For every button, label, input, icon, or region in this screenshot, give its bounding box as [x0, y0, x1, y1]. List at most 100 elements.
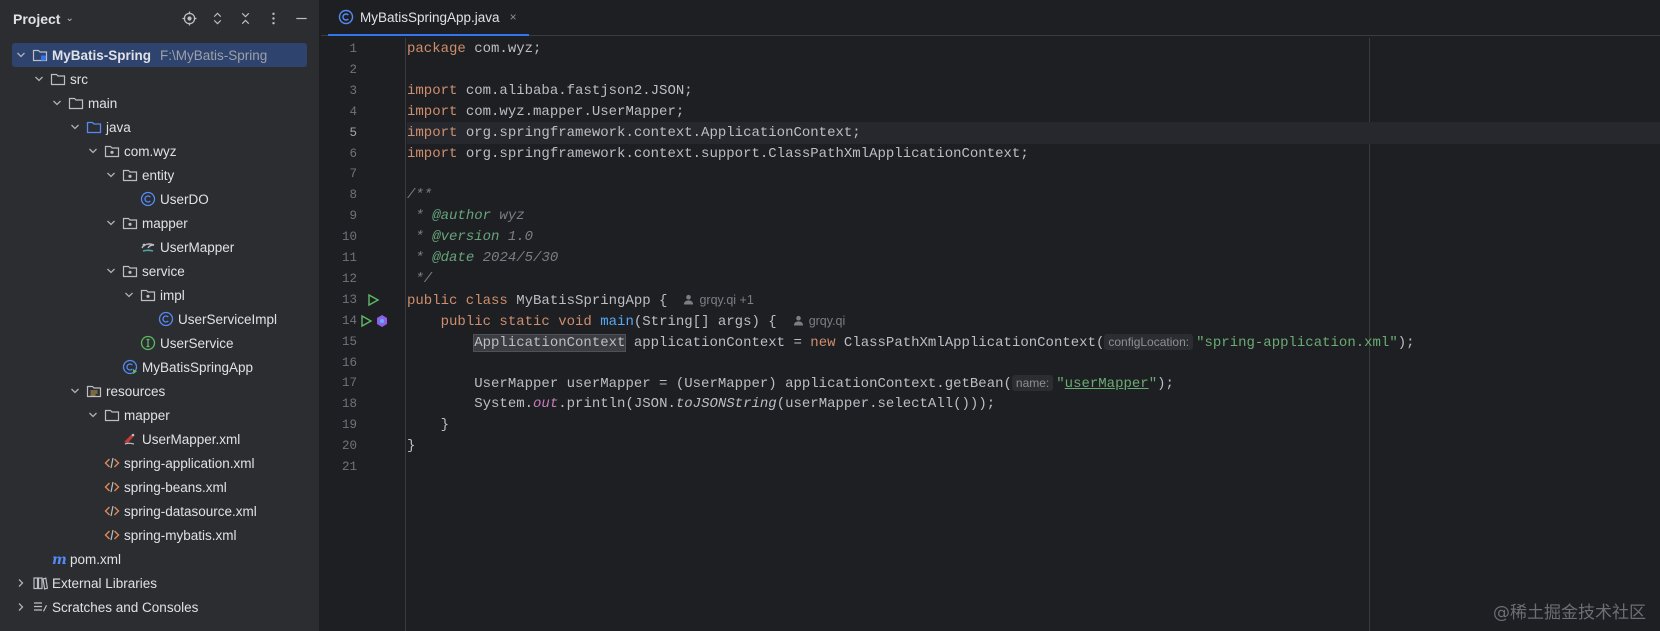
line-number: 17 — [341, 376, 357, 391]
line-number: 7 — [349, 167, 357, 182]
project-path: F:\MyBatis-Spring — [160, 47, 268, 63]
chevron-down-icon[interactable] — [68, 384, 82, 398]
package-icon — [140, 287, 156, 303]
line-number: 10 — [341, 230, 357, 245]
tree-item[interactable]: MyBatisSpringApp — [0, 355, 319, 379]
mybatis-mapper-icon — [140, 239, 156, 255]
tree-item[interactable]: UserService — [0, 331, 319, 355]
code-line-8: /** — [407, 187, 433, 204]
class-icon — [140, 191, 156, 207]
tree-item-label: External Libraries — [52, 575, 158, 591]
mybatis-xml-icon — [122, 431, 138, 447]
locate-icon[interactable] — [181, 11, 197, 27]
tree-item-label: mapper — [124, 407, 170, 423]
chevron-down-icon[interactable] — [14, 48, 28, 62]
chevron-down-icon[interactable] — [32, 72, 46, 86]
tree-item[interactable]: m pom.xml — [0, 547, 319, 571]
chevron-down-icon[interactable] — [68, 120, 82, 134]
line-number: 12 — [341, 271, 357, 286]
line-number: 14 — [341, 313, 357, 328]
project-toolbar — [181, 11, 309, 27]
folder-icon — [104, 407, 120, 423]
chevron-down-icon[interactable] — [86, 408, 100, 422]
tab-mybatisspringapp[interactable]: MyBatisSpringApp.java × — [328, 0, 529, 36]
package-icon — [122, 263, 138, 279]
tree-item-label: UserMapper.xml — [142, 431, 241, 447]
chevron-down-icon[interactable]: ⌄ — [65, 13, 73, 24]
xml-icon — [104, 455, 120, 471]
tree-item[interactable]: mapper — [0, 403, 319, 427]
project-panel-title[interactable]: Project — [13, 11, 60, 27]
tree-item-label: spring-mybatis.xml — [124, 527, 237, 543]
code-author-hint[interactable]: grqy.qi — [793, 314, 845, 328]
code-editor[interactable]: package com.wyz; import com.alibaba.fast… — [407, 38, 1660, 631]
chevron-down-icon[interactable] — [104, 264, 118, 278]
chevron-right-icon[interactable] — [14, 576, 28, 590]
tree-item[interactable]: spring-beans.xml — [0, 475, 319, 499]
tree-item[interactable]: mapper — [0, 211, 319, 235]
code-line-13: public class MyBatisSpringApp {grqy.qi +… — [407, 292, 754, 309]
chevron-down-icon[interactable] — [86, 144, 100, 158]
chevron-down-icon[interactable] — [122, 288, 136, 302]
tree-item[interactable]: resources — [0, 379, 319, 403]
tree-item[interactable]: spring-application.xml — [0, 451, 319, 475]
chevron-down-icon[interactable] — [104, 168, 118, 182]
line-number: 16 — [341, 355, 357, 370]
run-icon[interactable] — [359, 314, 373, 328]
chevron-right-icon[interactable] — [14, 600, 28, 614]
close-icon[interactable]: × — [510, 10, 517, 24]
tree-item[interactable]: entity — [0, 163, 319, 187]
tree-item[interactable]: src — [0, 67, 319, 91]
tree-item[interactable]: UserServiceImpl — [0, 307, 319, 331]
project-panel: Project ⌄ MyBatis-Spring F:\MyBatis-Sprin… — [0, 0, 320, 631]
tree-item-label: impl — [160, 287, 185, 303]
tree-item[interactable]: com.wyz — [0, 139, 319, 163]
bean-reference-link[interactable]: userMapper — [1065, 376, 1149, 392]
more-options-icon[interactable] — [265, 11, 281, 27]
tree-item[interactable]: java — [0, 115, 319, 139]
expand-all-icon[interactable] — [209, 11, 225, 27]
parameter-hint: name: — [1011, 375, 1054, 392]
xml-icon — [104, 527, 120, 543]
tree-item[interactable]: spring-datasource.xml — [0, 499, 319, 523]
code-author-hint[interactable]: grqy.qi +1 — [683, 293, 754, 307]
tree-item[interactable]: MyBatis-Spring F:\MyBatis-Spring — [12, 43, 307, 67]
tree-item[interactable]: External Libraries — [0, 571, 319, 595]
tree-item[interactable]: impl — [0, 283, 319, 307]
tree-item[interactable]: spring-mybatis.xml — [0, 523, 319, 547]
code-line-19: } — [407, 417, 450, 434]
minimize-icon[interactable] — [293, 11, 309, 27]
tree-item[interactable]: main — [0, 91, 319, 115]
tree-item-label: resources — [106, 383, 166, 399]
chevron-down-icon[interactable] — [50, 96, 64, 110]
tree-item-label: service — [142, 263, 185, 279]
tree-item[interactable]: UserMapper — [0, 235, 319, 259]
tree-item-label: entity — [142, 167, 175, 183]
tree-item[interactable]: UserMapper.xml — [0, 427, 319, 451]
tree-item[interactable]: UserDO — [0, 187, 319, 211]
code-line-17: UserMapper userMapper = (UserMapper) app… — [474, 375, 1174, 393]
chevron-down-icon[interactable] — [104, 216, 118, 230]
tree-item-label: spring-application.xml — [124, 455, 255, 471]
code-line-11: * @date 2024/5/30 — [407, 250, 559, 266]
collapse-all-icon[interactable] — [237, 11, 253, 27]
run-icon[interactable] — [366, 293, 380, 307]
code-line-6: import org.springframework.context.suppo… — [407, 145, 1029, 162]
editor-gutter: 1 2 3 4 5 6 7 8 9 10 11 12 13 14 15 16 17 18 19 20 21 — [321, 38, 405, 631]
tree-item[interactable]: Scratches and Consoles — [0, 595, 319, 619]
tree-item[interactable]: service — [0, 259, 319, 283]
tree-item-label: UserService — [160, 335, 234, 351]
tree-item-label: MyBatis-Spring — [52, 47, 152, 63]
code-line-10: * @version 1.0 — [407, 229, 534, 246]
tree-item-label: UserDO — [160, 191, 209, 207]
spring-bean-icon[interactable] — [375, 314, 389, 328]
tree-item-label: Scratches and Consoles — [52, 599, 199, 615]
